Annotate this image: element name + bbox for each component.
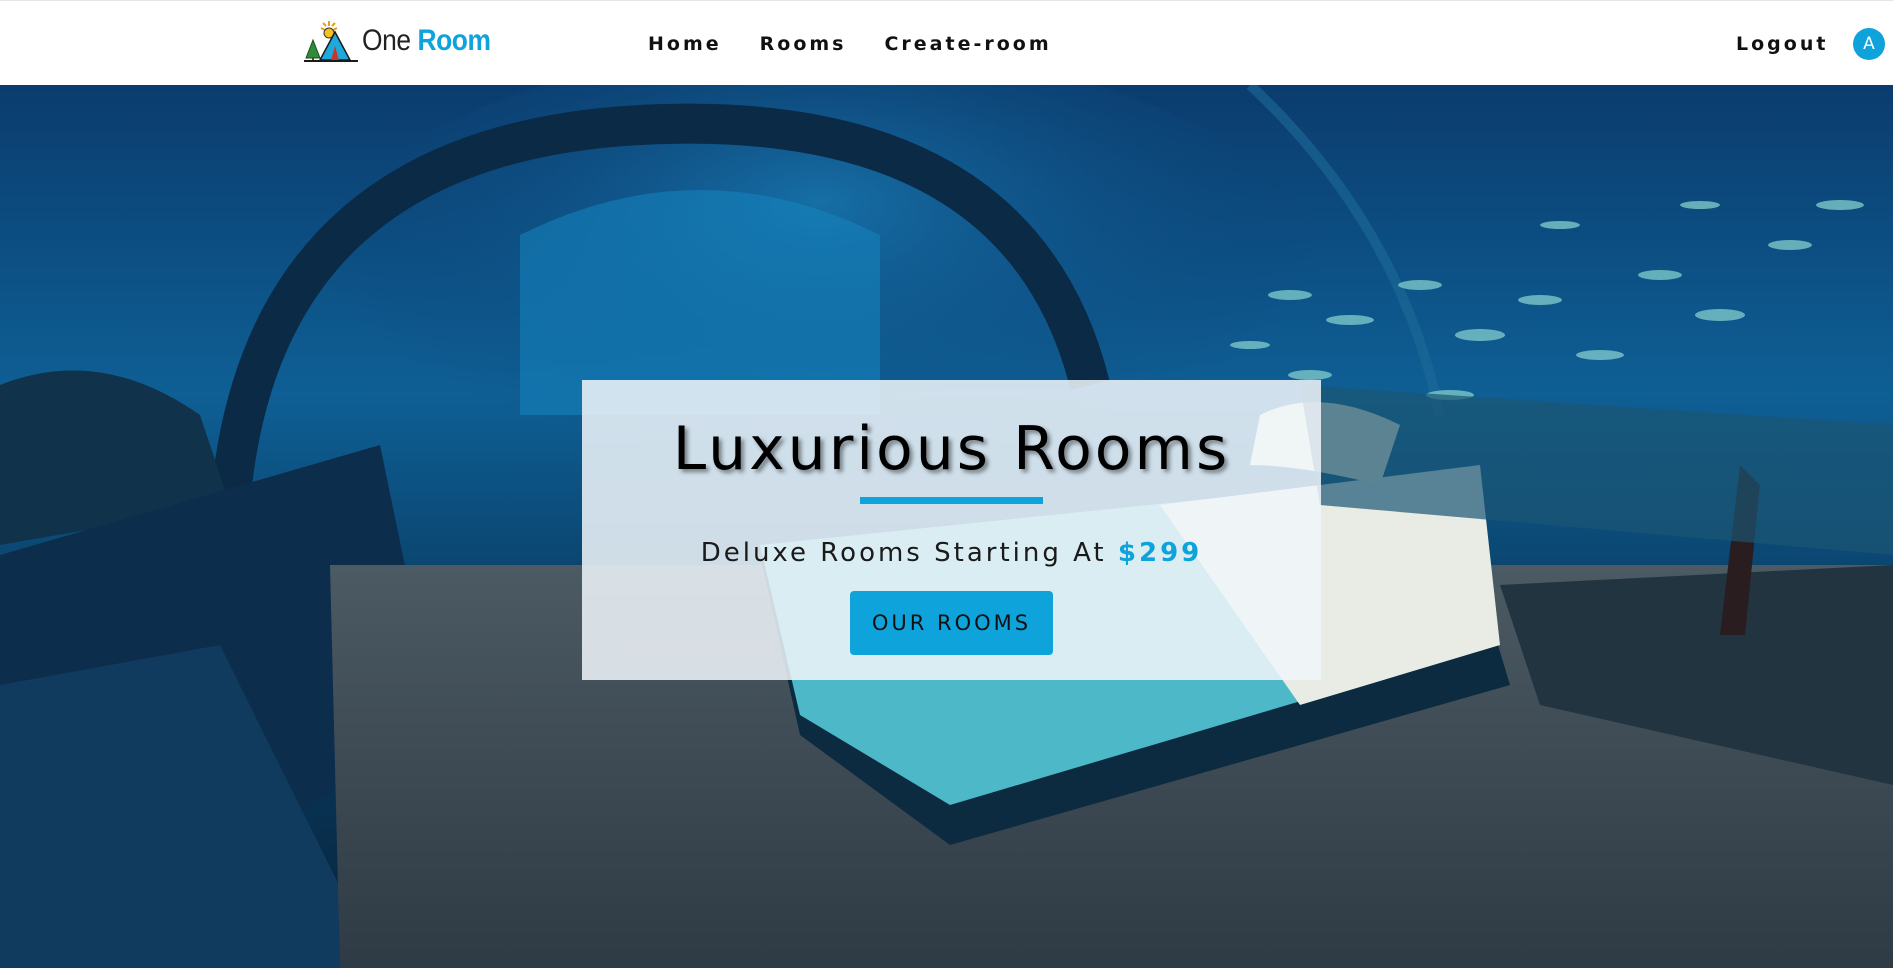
nav-link-home[interactable]: Home xyxy=(648,33,722,55)
nav-link-rooms[interactable]: Rooms xyxy=(760,33,847,55)
main-nav: Home Rooms Create-room xyxy=(648,1,1052,86)
hero-subtitle: Deluxe Rooms Starting At $299 xyxy=(582,538,1321,568)
hero-price: $299 xyxy=(1117,538,1203,568)
brand-wordmark: One Room xyxy=(362,24,491,58)
nav-link-create-room[interactable]: Create-room xyxy=(884,33,1051,55)
brand-name-room: Room xyxy=(417,24,491,57)
user-avatar[interactable]: A xyxy=(1853,28,1885,60)
top-navbar: One Room Home Rooms Create-room Logout A xyxy=(0,0,1893,85)
hero-banner: Luxurious Rooms Deluxe Rooms Starting At… xyxy=(582,380,1321,680)
hero-subtitle-text: Deluxe Rooms Starting At xyxy=(700,538,1118,568)
brand-logo[interactable]: One Room xyxy=(302,18,508,64)
hero-title: Luxurious Rooms xyxy=(672,414,1231,484)
brand-name-one: One xyxy=(362,24,411,57)
our-rooms-button[interactable]: OUR ROOMS xyxy=(850,591,1053,655)
title-divider xyxy=(860,497,1043,504)
hero-section: Luxurious Rooms Deluxe Rooms Starting At… xyxy=(0,85,1893,968)
tent-logo-icon xyxy=(304,21,358,62)
logout-link[interactable]: Logout xyxy=(1736,1,1828,86)
